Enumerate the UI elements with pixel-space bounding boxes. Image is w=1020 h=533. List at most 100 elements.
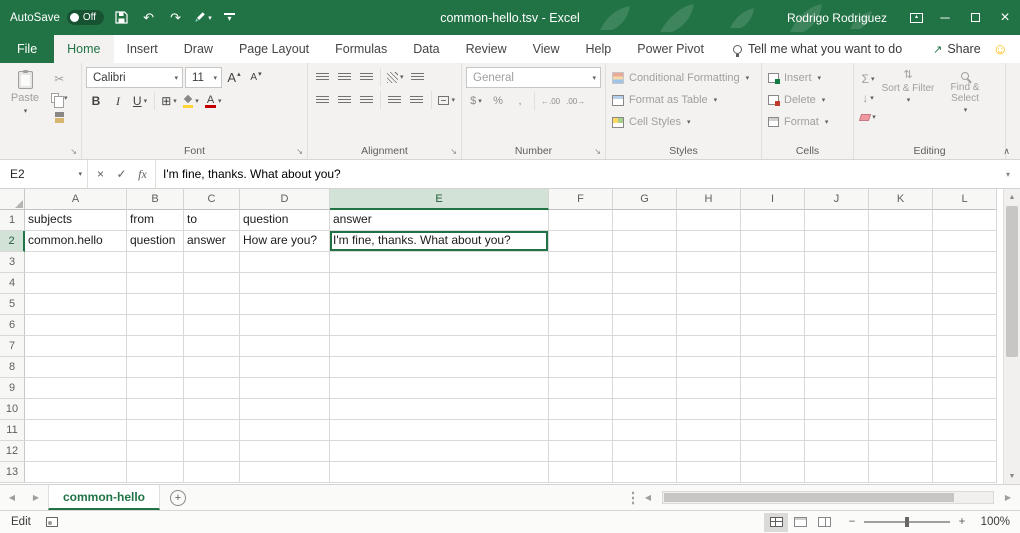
name-box[interactable]: E2 ▾ [0, 160, 88, 188]
number-format-select[interactable]: General ▾ [466, 67, 601, 88]
tell-me-box[interactable]: Tell me what you want to do [733, 35, 902, 63]
column-header-K[interactable]: K [869, 189, 933, 210]
cell-E12[interactable] [330, 441, 549, 462]
cell-H7[interactable] [677, 336, 741, 357]
column-header-E[interactable]: E [330, 189, 549, 210]
cell-I8[interactable] [741, 357, 805, 378]
cell-K5[interactable] [869, 294, 933, 315]
sheet-tab-common-hello[interactable]: common-hello [48, 485, 160, 510]
cancel-button[interactable]: × [90, 167, 111, 181]
cell-B4[interactable] [127, 273, 184, 294]
cell-D9[interactable] [240, 378, 330, 399]
cell-B12[interactable] [127, 441, 184, 462]
cell-E8[interactable] [330, 357, 549, 378]
cell-B2[interactable]: question [127, 231, 184, 252]
cell-A6[interactable] [25, 315, 127, 336]
cell-I3[interactable] [741, 252, 805, 273]
cell-K4[interactable] [869, 273, 933, 294]
tab-help[interactable]: Help [573, 35, 625, 63]
cell-C12[interactable] [184, 441, 240, 462]
tab-home[interactable]: Home [54, 35, 113, 63]
merge-center-button[interactable]: ▾ [436, 90, 457, 110]
cell-F7[interactable] [549, 336, 613, 357]
cell-A3[interactable] [25, 252, 127, 273]
font-size-select[interactable]: 11 ▾ [185, 67, 222, 88]
cell-F8[interactable] [549, 357, 613, 378]
cell-I2[interactable] [741, 231, 805, 252]
draw-tool-button[interactable]: ▾ [189, 0, 216, 35]
cell-H4[interactable] [677, 273, 741, 294]
cell-E13[interactable] [330, 462, 549, 483]
align-right-button[interactable] [356, 90, 376, 110]
row-header-9[interactable]: 9 [0, 378, 25, 399]
tab-draw[interactable]: Draw [171, 35, 226, 63]
cell-I7[interactable] [741, 336, 805, 357]
cell-D13[interactable] [240, 462, 330, 483]
cell-D10[interactable] [240, 399, 330, 420]
tab-formulas[interactable]: Formulas [322, 35, 400, 63]
cell-E6[interactable] [330, 315, 549, 336]
cell-H2[interactable] [677, 231, 741, 252]
align-middle-button[interactable] [334, 67, 354, 87]
tab-review[interactable]: Review [453, 35, 520, 63]
cell-L11[interactable] [933, 420, 997, 441]
cell-J9[interactable] [805, 378, 869, 399]
cell-A9[interactable] [25, 378, 127, 399]
cell-L4[interactable] [933, 273, 997, 294]
cell-E10[interactable] [330, 399, 549, 420]
tab-view[interactable]: View [520, 35, 573, 63]
increase-font-size-button[interactable]: A▴ [224, 68, 244, 88]
new-sheet-button[interactable]: + [170, 490, 186, 506]
hscroll-right-button[interactable]: ▶ [996, 485, 1020, 510]
cell-H9[interactable] [677, 378, 741, 399]
cell-F4[interactable] [549, 273, 613, 294]
cell-J7[interactable] [805, 336, 869, 357]
cell-F2[interactable] [549, 231, 613, 252]
close-button[interactable]: × [990, 0, 1020, 35]
row-header-4[interactable]: 4 [0, 273, 25, 294]
cell-K7[interactable] [869, 336, 933, 357]
cell-J8[interactable] [805, 357, 869, 378]
cell-B1[interactable]: from [127, 210, 184, 231]
insert-function-button[interactable]: fx [132, 167, 153, 182]
cell-B13[interactable] [127, 462, 184, 483]
cell-J12[interactable] [805, 441, 869, 462]
hscroll-left-button[interactable]: ◀ [636, 485, 660, 510]
cell-E3[interactable] [330, 252, 549, 273]
cell-B9[interactable] [127, 378, 184, 399]
zoom-percentage[interactable]: 100% [970, 516, 1010, 528]
cell-K2[interactable] [869, 231, 933, 252]
cell-F12[interactable] [549, 441, 613, 462]
dialog-launcher-icon[interactable]: ↘ [70, 147, 77, 156]
cell-F3[interactable] [549, 252, 613, 273]
column-header-H[interactable]: H [677, 189, 741, 210]
cell-B10[interactable] [127, 399, 184, 420]
cell-J2[interactable] [805, 231, 869, 252]
cell-A11[interactable] [25, 420, 127, 441]
copy-button[interactable]: ▾ [49, 89, 70, 107]
fill-color-button[interactable]: ▾ [181, 91, 201, 111]
cell-H10[interactable] [677, 399, 741, 420]
autosave-toggle[interactable]: Off [67, 10, 104, 25]
cell-J3[interactable] [805, 252, 869, 273]
cell-I1[interactable] [741, 210, 805, 231]
cell-H12[interactable] [677, 441, 741, 462]
cell-D2[interactable]: How are you? [240, 231, 330, 252]
column-header-L[interactable]: L [933, 189, 997, 210]
cell-A10[interactable] [25, 399, 127, 420]
cell-H1[interactable] [677, 210, 741, 231]
sort-filter-button[interactable]: ⇅ Sort & Filter ▾ [881, 67, 935, 142]
cell-D12[interactable] [240, 441, 330, 462]
cell-H5[interactable] [677, 294, 741, 315]
cell-E2[interactable]: I'm fine, thanks. What about you? [330, 231, 549, 252]
cell-G12[interactable] [613, 441, 677, 462]
column-header-A[interactable]: A [25, 189, 127, 210]
dialog-launcher-icon[interactable]: ↘ [296, 147, 303, 156]
ribbon-display-options-button[interactable]: ▴ [903, 0, 930, 35]
cell-D11[interactable] [240, 420, 330, 441]
font-name-select[interactable]: Calibri ▾ [86, 67, 183, 88]
cell-G8[interactable] [613, 357, 677, 378]
vertical-scrollbar-thumb[interactable] [1006, 206, 1018, 357]
zoom-out-button[interactable]: − [844, 516, 860, 528]
undo-button[interactable]: ↶ [135, 0, 162, 35]
